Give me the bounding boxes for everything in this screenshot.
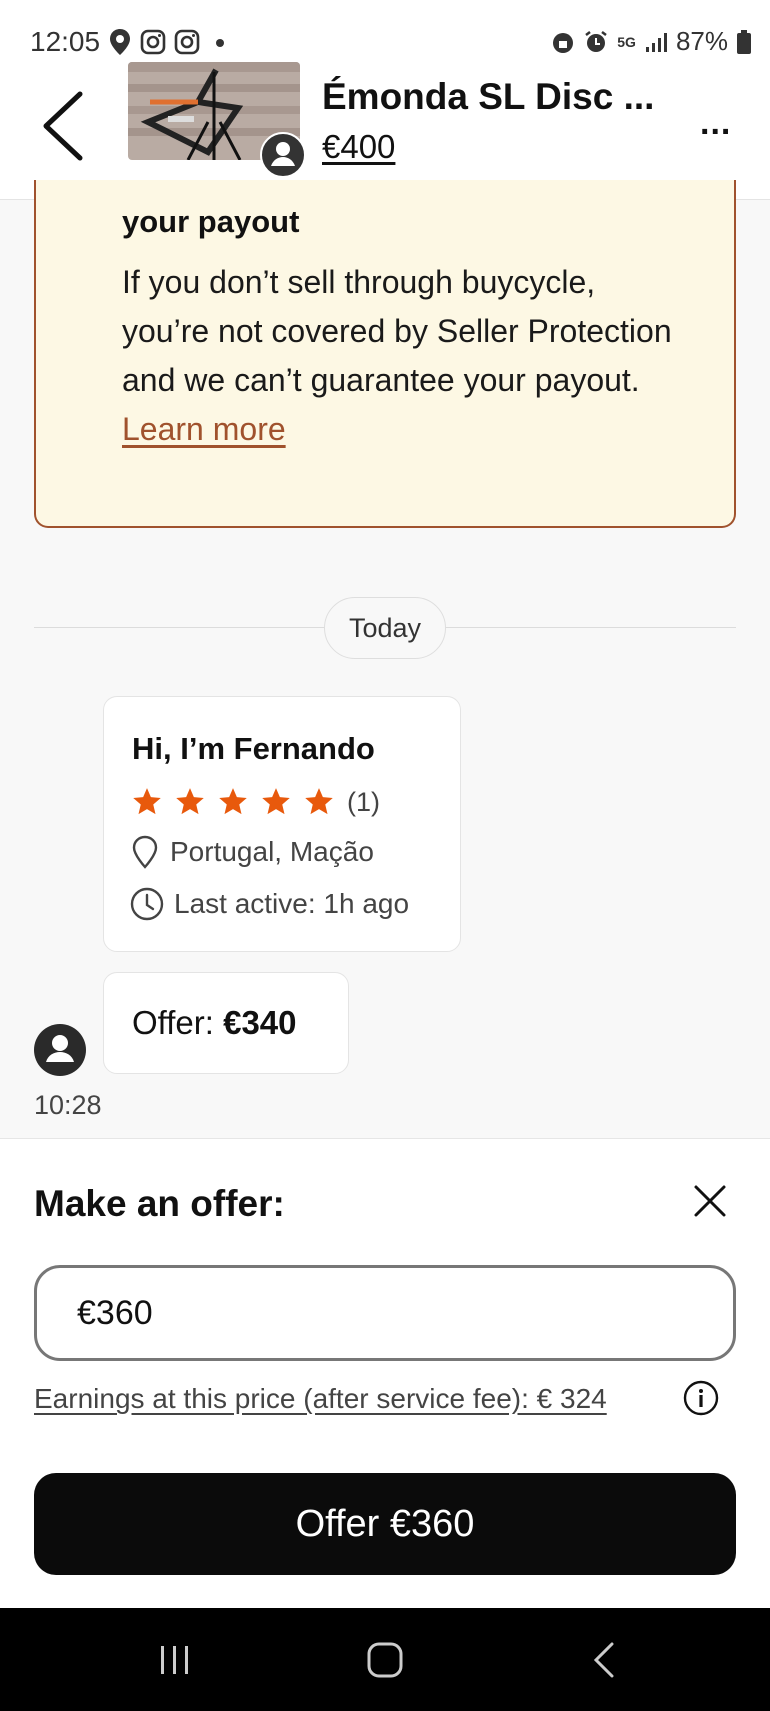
rating-count: (1): [347, 787, 380, 817]
alarm-icon: [585, 30, 608, 52]
star-icon: [176, 788, 204, 815]
location-text: Portugal, Mação: [170, 836, 374, 867]
date-divider-left: [34, 627, 324, 628]
status-time: 12:05: [30, 26, 101, 57]
last-active-text: Last active: 1h ago: [174, 888, 410, 919]
date-divider-right: [446, 627, 736, 628]
lock-icon: [553, 32, 574, 53]
instagram-icon: [174, 29, 200, 55]
warning-heading: your payout: [122, 204, 300, 239]
info-icon[interactable]: [682, 1379, 720, 1417]
warning-body: If you don’t sell through buycycle, you’…: [122, 258, 682, 454]
nav-back-button[interactable]: [570, 1608, 640, 1711]
offer-message[interactable]: Offer: €340: [103, 972, 349, 1074]
system-icons: 5G 87%: [551, 26, 752, 57]
signal-icon: [645, 32, 667, 52]
sheet-title: Make an offer:: [34, 1183, 285, 1224]
date-label: Today: [324, 597, 446, 659]
recent-apps-icon: [161, 1645, 188, 1674]
network-label: 5G: [617, 33, 636, 50]
status-bar: 12:05 5G 87%: [0, 0, 770, 60]
user-avatar-icon[interactable]: [34, 1024, 86, 1076]
rating-stars: (1): [132, 787, 380, 818]
home-icon: [367, 1642, 403, 1677]
earnings-info[interactable]: Earnings at this price (after service fe…: [34, 1383, 607, 1415]
map-pin-icon: [132, 835, 158, 869]
instagram-icon: [140, 29, 166, 55]
profile-location: Portugal, Mação: [130, 835, 374, 869]
learn-more-link[interactable]: Learn more: [122, 411, 286, 447]
offer-label: Offer:: [132, 1004, 214, 1041]
home-button[interactable]: [350, 1608, 420, 1711]
star-icon: [133, 788, 161, 815]
recent-apps-button[interactable]: [140, 1608, 210, 1711]
offer-amount-input[interactable]: [34, 1265, 736, 1361]
seller-protection-warning: your payout If you don’t sell through bu…: [34, 180, 736, 528]
listing-title[interactable]: Émonda SL Disc ...: [322, 76, 682, 118]
notification-icons: [108, 28, 228, 56]
listing-price[interactable]: €400: [322, 128, 395, 166]
profile-name: Hi, I’m Fernando: [132, 731, 375, 766]
clock-icon: [130, 887, 164, 921]
location-pin-icon: [110, 29, 130, 55]
chat-header: Émonda SL Disc ... €400 ...: [0, 60, 770, 200]
back-arrow-icon[interactable]: [36, 74, 96, 164]
user-avatar-icon: [260, 132, 306, 178]
offer-amount: €340: [223, 1004, 297, 1041]
star-icon: [219, 788, 247, 815]
more-options-button[interactable]: ...: [700, 104, 731, 143]
battery-level: 87%: [675, 26, 728, 56]
battery-icon: [737, 29, 751, 54]
make-offer-sheet: Make an offer: Earnings at this price (a…: [0, 1138, 770, 1608]
star-icon: [262, 788, 290, 815]
message-timestamp: 10:28: [34, 1090, 102, 1120]
profile-last-active: Last active: 1h ago: [130, 887, 409, 921]
submit-offer-button[interactable]: Offer €360: [34, 1473, 736, 1575]
nav-back-icon: [593, 1642, 614, 1677]
dot-icon: [216, 39, 224, 47]
warning-text: If you don’t sell through buycycle, you’…: [122, 264, 672, 398]
seller-profile-card[interactable]: Hi, I’m Fernando (1) Portugal, Mação Las…: [103, 696, 461, 952]
android-nav-bar: [0, 1608, 770, 1711]
close-icon[interactable]: [690, 1181, 730, 1221]
star-icon: [305, 788, 333, 815]
